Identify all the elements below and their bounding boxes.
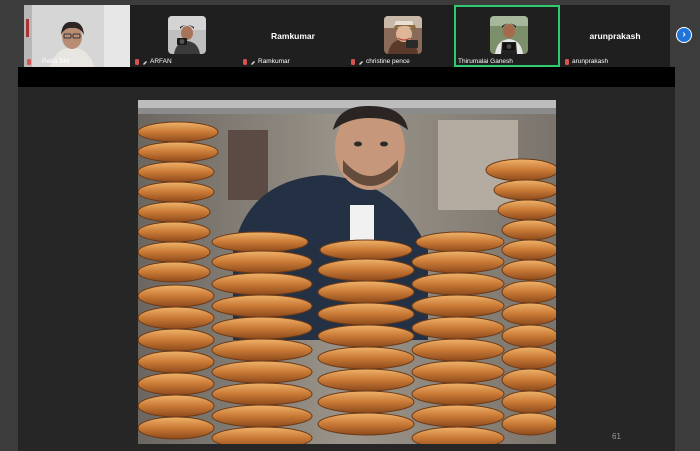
participant-name: christine pence [366,58,410,65]
woman-camera-avatar-icon [384,16,422,54]
participant-name: arunprakash [572,58,609,65]
participant-tile-ramkumar[interactable]: Ramkumar Ramkumar [240,5,346,67]
participant-name: Reha Bilir [42,58,71,65]
avatar [384,16,422,54]
pin-icon [143,60,147,65]
participant-tile-thirumalai-ganesh[interactable]: Thirumalai Ganesh [454,5,560,67]
avatar [168,16,206,54]
participant-nameplate: christine pence [350,58,410,65]
participant-tile-arfan[interactable]: ARFAN [132,5,238,67]
participant-display-name: arunprakash [589,31,641,41]
participant-name: Ramkumar [258,58,290,65]
slide-page-number: 61 [612,432,621,441]
chevron-right-icon: › [677,28,691,42]
participant-nameplate: Thirumalai Ganesh [458,58,513,65]
participant-nameplate: Ramkumar [242,58,290,65]
simit-seller-photo [138,100,556,444]
man-camera-avatar-icon [490,16,528,54]
participant-nameplate: Reha Bilir [26,58,70,65]
share-top-bar [18,67,675,87]
participant-nameplate: arunprakash [564,58,608,65]
participant-display-name: Ramkumar [271,31,315,41]
participant-name: Thirumalai Ganesh [458,58,513,65]
participant-tile-arunprakash[interactable]: arunprakash arunprakash [562,5,668,67]
slide-photo [138,100,556,444]
mic-muted-icon [135,58,139,65]
participant-name: ARFAN [150,58,172,65]
next-participants-button[interactable]: › [676,27,692,43]
mic-muted-icon [351,58,355,65]
participant-tile-reha-bilir[interactable]: Reha Bilir [24,5,130,67]
mic-muted-icon [565,58,569,65]
pin-icon [251,60,255,65]
pin-icon [35,60,39,65]
participant-strip: Reha Bilir ARFAN Ramkumar Ramkumar chris… [24,5,670,67]
participant-tile-christine-pence[interactable]: christine pence [348,5,454,67]
mic-muted-icon [27,58,31,65]
avatar [490,16,528,54]
pin-icon [359,60,363,65]
mic-muted-icon [243,58,247,65]
photographer-avatar-icon [168,16,206,54]
participant-nameplate: ARFAN [134,58,172,65]
